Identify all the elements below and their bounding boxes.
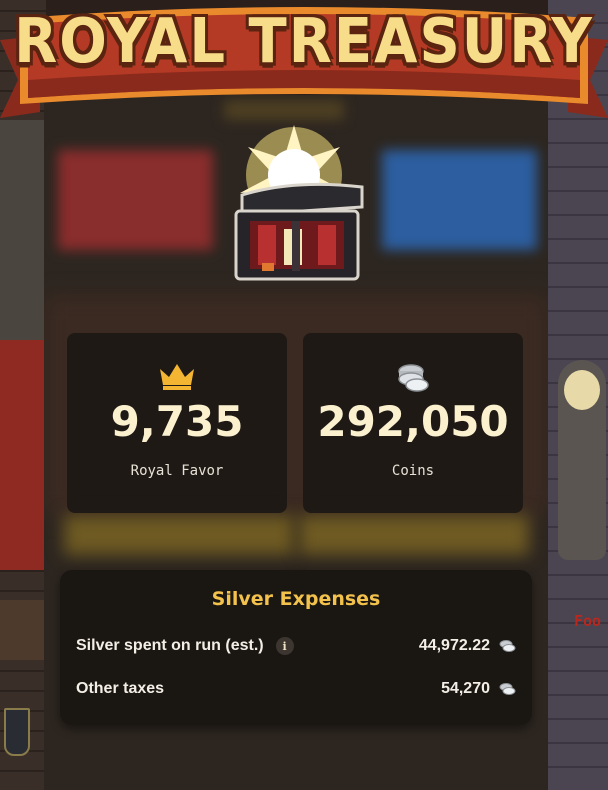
coins-label: Coins bbox=[391, 463, 435, 479]
royal-favor-card: 9,735 Royal Favor bbox=[67, 333, 287, 513]
expense-row-taxes: Other taxes 54,270 bbox=[76, 676, 516, 702]
red-carpet bbox=[0, 340, 46, 570]
info-icon[interactable]: i bbox=[275, 637, 294, 655]
crown-icon bbox=[67, 361, 287, 397]
page-title: ROYAL TREASURY bbox=[14, 6, 594, 78]
expense-label: Silver spent on run (est.) bbox=[76, 637, 264, 654]
wooden-floor bbox=[0, 600, 46, 660]
world-sign-text: Foo bbox=[574, 612, 602, 630]
expense-value: 54,270 bbox=[441, 680, 490, 697]
title-banner: ROYAL TREASURY bbox=[0, 0, 608, 128]
coins-value: 292,050 bbox=[317, 397, 509, 446]
shield-icon bbox=[4, 708, 30, 756]
expense-row-run: Silver spent on run (est.) i 44,972.22 bbox=[76, 633, 516, 659]
silver-coin-icon bbox=[499, 640, 516, 652]
castle-tower bbox=[0, 120, 46, 360]
treasure-chest-icon bbox=[222, 125, 372, 295]
expense-value: 44,972.22 bbox=[418, 637, 490, 654]
urn-lid bbox=[564, 370, 600, 410]
royal-favor-value: 9,735 bbox=[110, 397, 244, 446]
silver-coin-icon bbox=[499, 683, 516, 695]
silver-expenses-title: Silver Expenses bbox=[211, 588, 381, 610]
coins-card: 292,050 Coins bbox=[303, 333, 523, 513]
silver-coins-icon bbox=[303, 361, 523, 397]
silver-expenses-panel: Silver Expenses Silver spent on run (est… bbox=[60, 570, 532, 725]
royal-favor-label: Royal Favor bbox=[130, 463, 224, 479]
expense-label: Other taxes bbox=[76, 680, 165, 697]
